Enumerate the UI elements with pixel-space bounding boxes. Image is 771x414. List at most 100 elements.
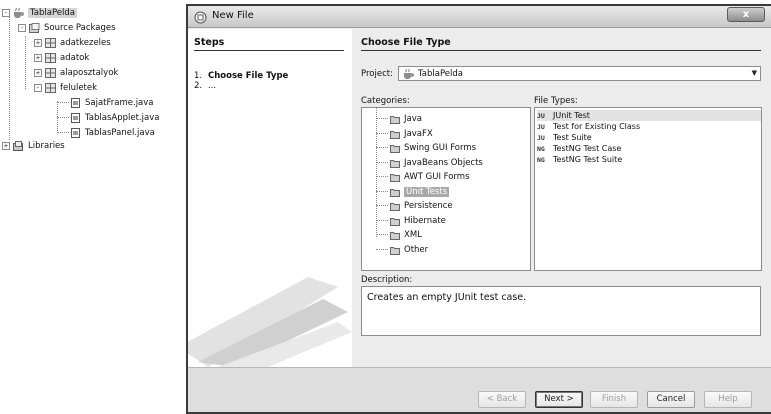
tree-node-package[interactable]: + alaposztalyok	[34, 67, 118, 79]
step-label: ...	[208, 81, 217, 91]
description-text: Creates an empty JUnit test case.	[367, 292, 527, 303]
project-select[interactable]: TablaPelda ▼	[398, 66, 761, 81]
junit-icon: JU	[537, 122, 545, 131]
project-select-value: TablaPelda	[418, 68, 463, 79]
category-label: Other	[404, 244, 429, 255]
libraries-label: Libraries	[28, 141, 65, 151]
package-label: adatkezeles	[60, 38, 111, 48]
tree-connector	[376, 234, 388, 235]
steps-panel: Steps 1. Choose File Type 2. ...	[188, 29, 352, 367]
source-folder-icon	[29, 23, 40, 33]
category-label: JavaFX	[404, 128, 433, 139]
category-item[interactable]: Java	[390, 112, 422, 125]
step-number: 2.	[194, 81, 203, 91]
folder-icon	[390, 188, 400, 197]
category-item[interactable]: AWT GUI Forms	[390, 170, 470, 183]
tree-node-package[interactable]: + adatkezeles	[34, 37, 111, 49]
category-item[interactable]: Other	[390, 243, 428, 256]
category-item[interactable]: JavaFX	[390, 127, 433, 140]
junit-icon: JU	[537, 133, 545, 142]
tree-connector	[376, 191, 388, 192]
file-type-item[interactable]: JU Test for Existing Class	[537, 121, 761, 132]
tree-connector	[376, 220, 388, 221]
category-label: Persistence	[404, 200, 453, 211]
chevron-down-icon[interactable]: ▼	[752, 69, 757, 77]
folder-icon	[390, 159, 400, 168]
tree-connector	[376, 108, 377, 237]
tree-node-package[interactable]: - feluletek	[34, 82, 97, 94]
close-button[interactable]: x	[727, 7, 765, 22]
file-type-label: Test for Existing Class	[553, 122, 641, 131]
tree-connector	[57, 117, 69, 118]
help-button[interactable]: Help	[704, 391, 752, 408]
tree-node-file[interactable]: TablasPanel.java	[70, 127, 155, 139]
categories-label: Categories:	[361, 96, 410, 106]
tree-connector	[376, 133, 388, 134]
expand-toggle[interactable]: +	[34, 39, 42, 47]
description-label: Description:	[361, 275, 413, 285]
file-type-item[interactable]: NG TestNG Test Suite	[537, 154, 761, 165]
dialog-button-bar: < Back Next > Finish Cancel Help	[188, 367, 771, 412]
file-label: TablasApplet.java	[85, 113, 160, 123]
expand-toggle[interactable]: +	[34, 54, 42, 62]
folder-icon	[390, 231, 400, 240]
package-icon	[45, 38, 56, 48]
java-file-icon	[71, 128, 80, 138]
folder-icon	[390, 202, 400, 211]
tree-node-file[interactable]: SajatFrame.java	[70, 97, 154, 109]
expand-toggle[interactable]: +	[2, 142, 10, 150]
file-label: TablasPanel.java	[85, 128, 155, 138]
dialog-titlebar[interactable]: New File x	[188, 6, 771, 28]
folder-icon	[390, 217, 400, 226]
folder-icon	[390, 144, 400, 153]
finish-button[interactable]: Finish	[590, 391, 638, 408]
steps-heading: Steps	[194, 37, 344, 51]
collapse-toggle[interactable]: -	[18, 24, 26, 32]
category-label: Hibernate	[404, 215, 446, 226]
step-number: 1.	[194, 71, 203, 81]
package-icon	[45, 53, 56, 63]
category-item[interactable]: JavaBeans Objects	[390, 156, 483, 169]
collapse-toggle[interactable]: -	[34, 84, 42, 92]
file-type-item[interactable]: JU Test Suite	[537, 132, 761, 143]
testng-icon: NG	[537, 155, 545, 164]
expand-toggle[interactable]: +	[34, 69, 42, 77]
category-item[interactable]: Swing GUI Forms	[390, 141, 476, 154]
close-icon: x	[742, 9, 750, 20]
package-icon	[45, 83, 56, 93]
file-types-list[interactable]: JU JUnit Test JU Test for Existing Class…	[534, 107, 762, 271]
tree-node-file[interactable]: TablasApplet.java	[70, 112, 159, 124]
file-type-label: Test Suite	[553, 133, 592, 142]
file-type-label: TestNG Test Suite	[553, 155, 623, 164]
project-name-label: TablaPelda	[28, 8, 77, 18]
file-types-label: File Types:	[534, 96, 578, 106]
file-type-label: JUnit Test	[553, 111, 590, 120]
category-label: Java	[404, 113, 422, 124]
collapse-toggle[interactable]: -	[2, 9, 10, 17]
tree-node-package[interactable]: + adatok	[34, 52, 89, 64]
tree-node-libraries[interactable]: + Libraries	[2, 140, 65, 152]
source-packages-label: Source Packages	[44, 23, 116, 33]
category-item[interactable]: Persistence	[390, 199, 453, 212]
file-type-label: TestNG Test Case	[553, 144, 622, 153]
category-item-selected[interactable]: Unit Tests	[390, 185, 450, 198]
tree-node-source-packages[interactable]: - Source Packages	[18, 22, 116, 34]
tree-connector	[9, 9, 10, 140]
package-label: adatok	[60, 53, 90, 63]
tree-connector	[376, 205, 388, 206]
java-file-icon	[71, 98, 80, 108]
category-item[interactable]: Hibernate	[390, 214, 446, 227]
categories-list[interactable]: Java JavaFX Swing GUI Forms JavaBeans Ob…	[361, 107, 531, 271]
junit-icon: JU	[537, 111, 545, 120]
category-item[interactable]: XML	[390, 228, 422, 241]
tree-connector	[376, 249, 388, 250]
file-type-item[interactable]: NG TestNG Test Case	[537, 143, 761, 154]
next-button[interactable]: Next >	[535, 391, 583, 408]
step-label: Choose File Type	[208, 71, 289, 81]
category-label: JavaBeans Objects	[404, 157, 483, 168]
tree-connector	[57, 132, 69, 133]
back-button[interactable]: < Back	[478, 391, 526, 408]
cancel-button[interactable]: Cancel	[647, 391, 695, 408]
file-type-item-selected[interactable]: JU JUnit Test	[537, 110, 761, 121]
tree-node-project[interactable]: - TablaPelda	[2, 7, 77, 19]
